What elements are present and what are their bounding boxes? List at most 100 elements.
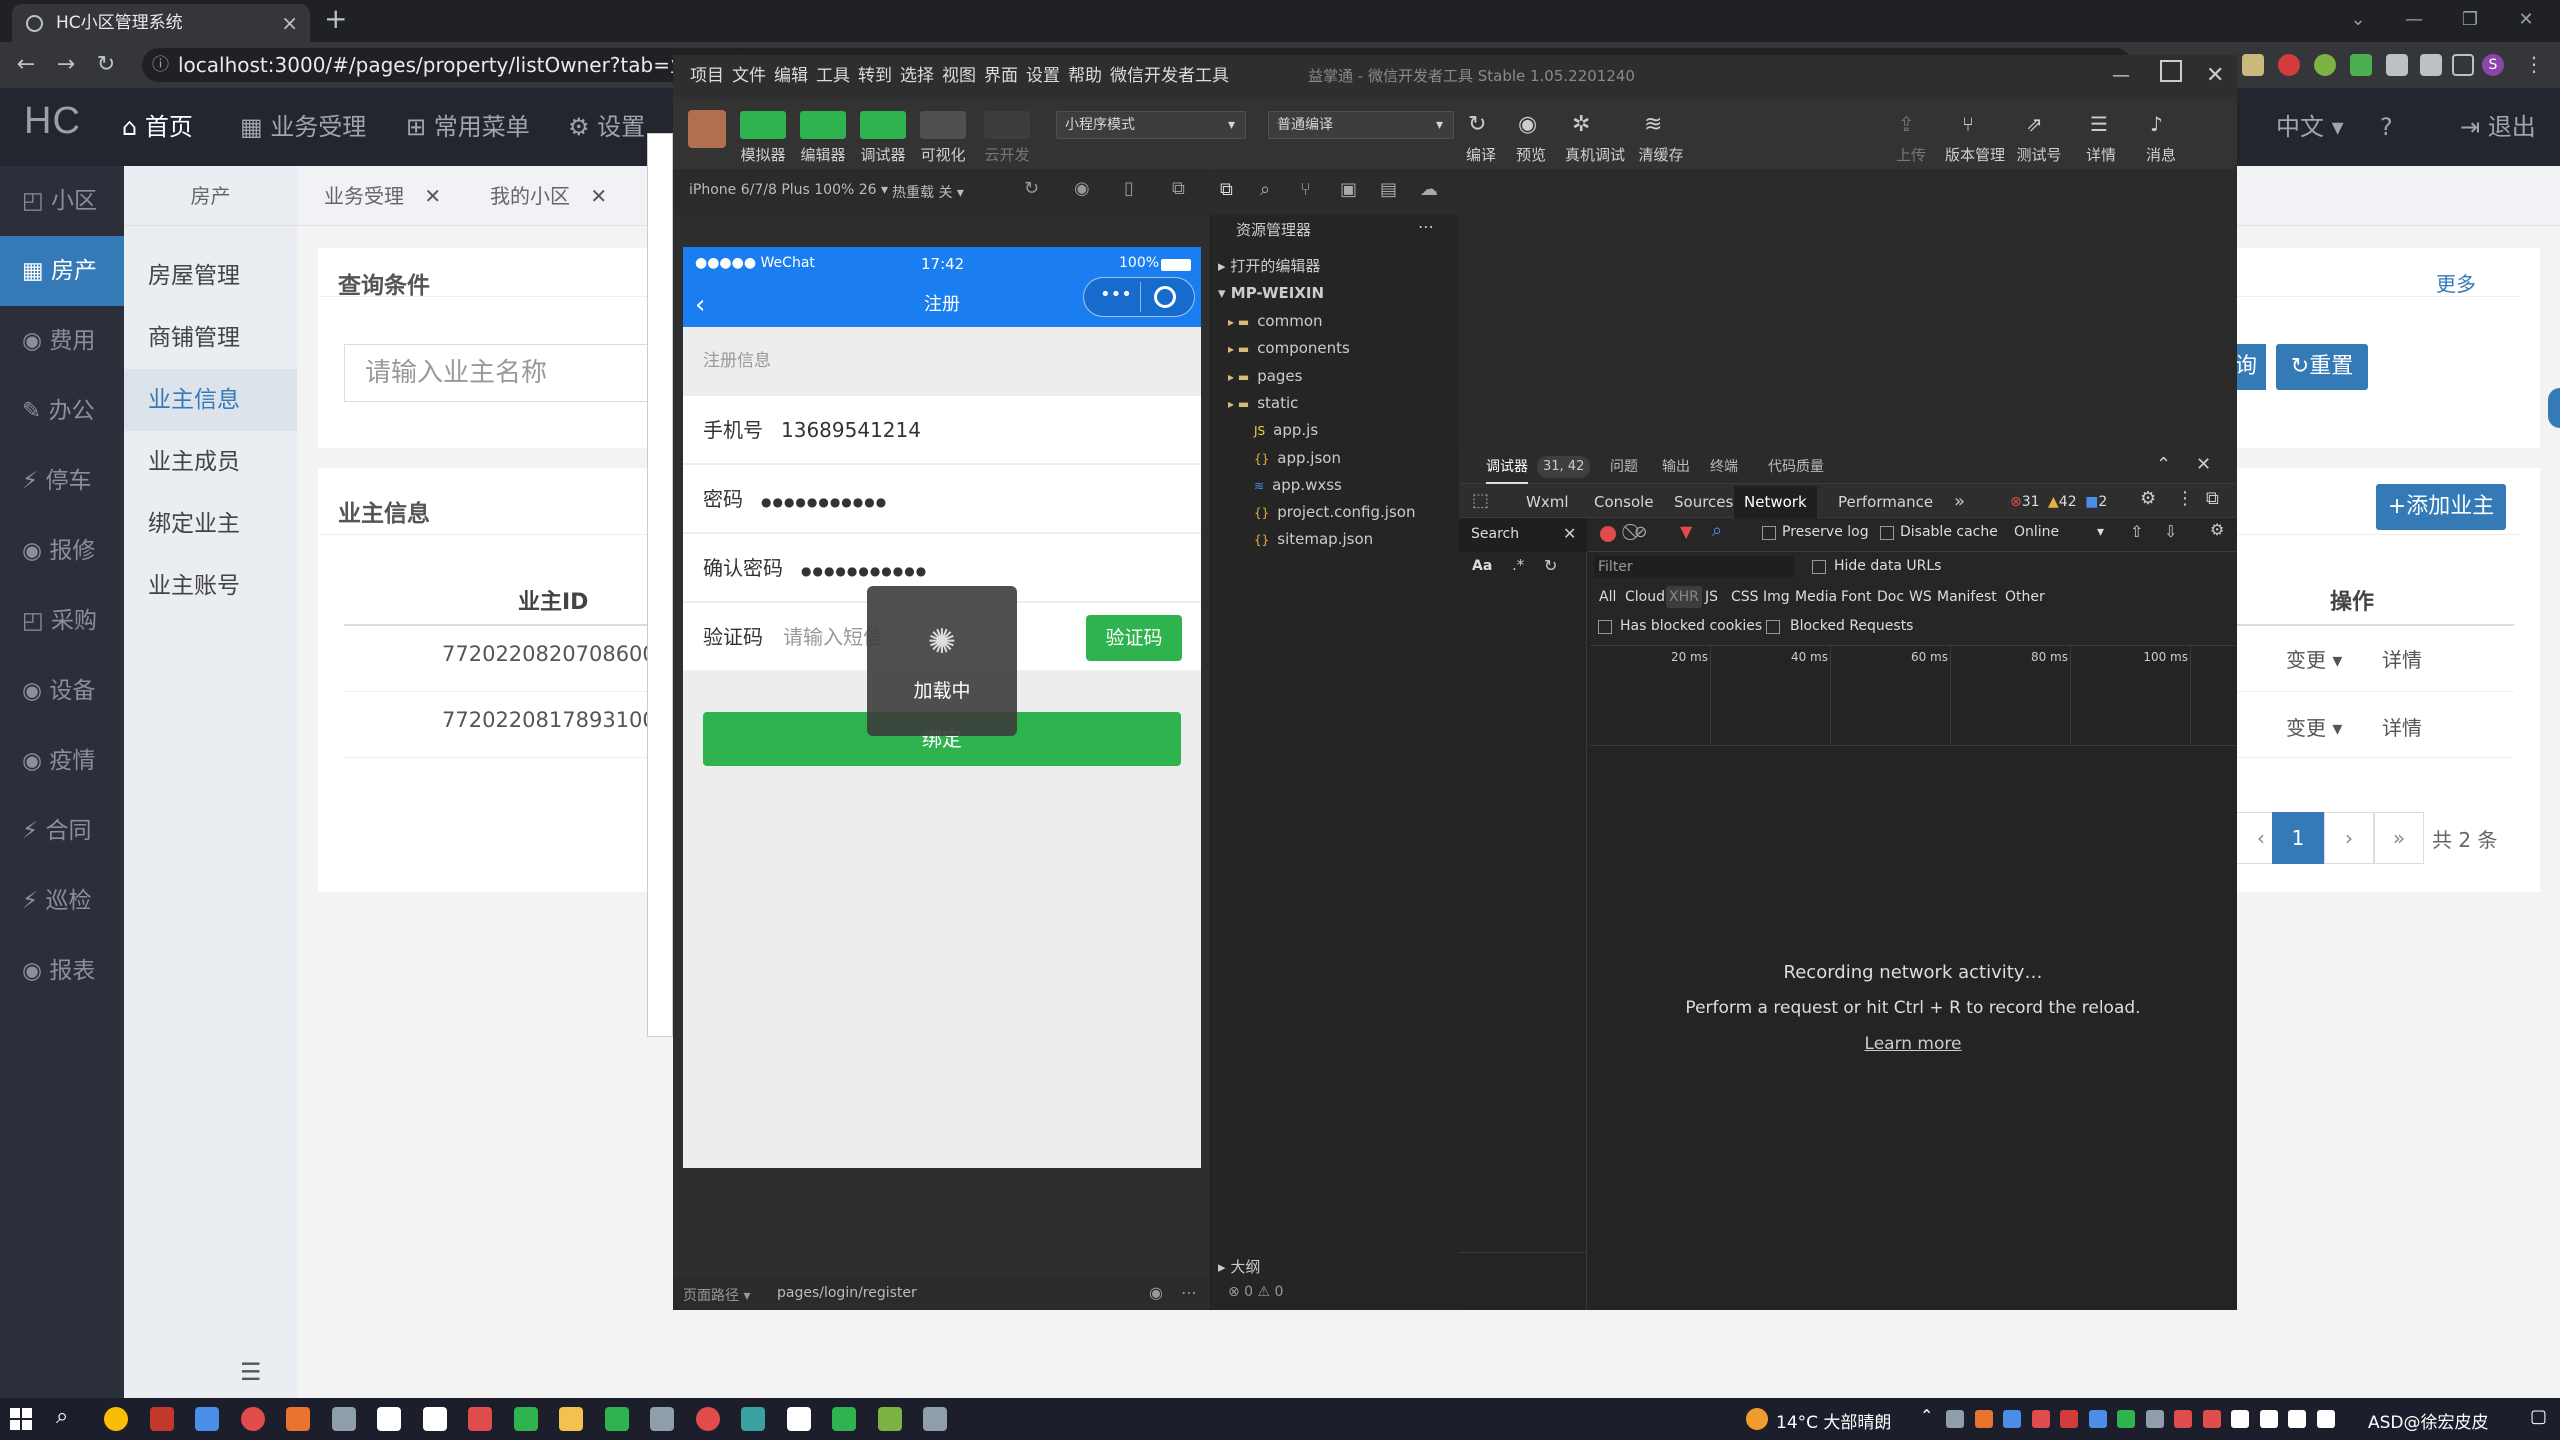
puzzle-icon[interactable] [2386,54,2408,76]
hide-data-urls-checkbox[interactable] [1812,560,1826,574]
sidebar-item[interactable]: ▦ 房产 [0,236,124,306]
type-filter[interactable]: All [1596,586,1619,608]
page-1-button[interactable]: 1 [2272,812,2324,864]
simulator-toggle[interactable] [740,111,786,139]
tray-icon[interactable] [2088,1410,2107,1428]
tab-business[interactable]: 业务受理 ✕ [324,166,441,226]
type-filter[interactable]: XHR [1666,586,1702,608]
preserve-log-checkbox[interactable] [1762,526,1776,540]
search-icon[interactable]: ⌕ [1712,520,1722,541]
owner-name-input[interactable]: 请输入业主名称 [344,344,684,402]
shield-icon[interactable] [2278,54,2300,76]
tray-icon[interactable] [2003,1410,2021,1428]
eye-icon[interactable]: ◉ [1149,1283,1163,1302]
help-icon[interactable]: ? [2380,88,2393,166]
menu-common[interactable]: ⊞ 常用菜单 [406,88,530,166]
type-filter[interactable]: CSS [1728,586,1762,608]
profile-avatar[interactable]: S [2482,54,2504,76]
outline[interactable]: ▸ 大纲 [1210,1254,1459,1281]
close-window-button[interactable]: ✕ [2206,55,2236,97]
start-button[interactable] [10,1408,32,1430]
blocked-cookies-checkbox[interactable] [1598,620,1612,634]
restore-button[interactable]: ❐ [2442,0,2498,42]
file-tree-item[interactable]: JS app.js [1210,417,1459,444]
file-icon[interactable] [377,1407,401,1431]
logout-button[interactable]: ⇥ 退出 [2460,88,2536,166]
hot-reload-select[interactable]: 热重载 关 ▾ [892,182,964,202]
tray-icon[interactable] [1974,1410,1993,1428]
devtools-tab[interactable]: Sources [1664,486,1743,518]
change-dropdown[interactable]: 变更 ▾ [2286,712,2342,741]
search-icon[interactable]: ⌕ [56,1404,68,1429]
type-filter[interactable]: Font [1838,586,1874,608]
submenu-item[interactable]: 绑定业主 [124,493,297,555]
extensions-icon[interactable]: ▤ [1380,179,1397,200]
problems-status[interactable]: ⊗ 0 ⚠ 0 [1228,1284,1283,1300]
devtools-tab[interactable]: Network [1734,486,1817,518]
upload-icon[interactable]: ⇪ [1898,112,1915,136]
visual-toggle[interactable] [920,111,966,139]
minimize-button[interactable]: — [2386,0,2442,42]
sidepanel-icon[interactable] [2452,54,2474,76]
search-icon[interactable]: ⌕ [1260,179,1270,200]
menu-icon[interactable]: ⋮ [2524,52,2544,76]
file-tree-item[interactable]: ▸ ▬ static [1210,390,1459,417]
extension-icon[interactable] [2242,54,2264,76]
record-icon[interactable] [695,1407,720,1431]
mode-select[interactable]: 小程序模式 ▾ [1056,111,1246,139]
settings-icon[interactable]: ⚙ [2210,520,2224,539]
debug-icon[interactable]: ▣ [1340,179,1357,200]
files-icon[interactable]: ⧉ [1220,179,1233,200]
throttling-select[interactable]: Online ▾ [2014,524,2104,540]
devtools-menu-item[interactable]: 帮助 [1068,55,1102,97]
menu-home[interactable]: ⌂ 首页 [122,88,193,166]
tray-icon[interactable] [1946,1410,1964,1428]
devtools-menu-item[interactable]: 选择 [900,55,934,97]
reload-button[interactable]: ↻ [88,42,124,88]
tray-icon[interactable] [2145,1410,2164,1428]
compile-select[interactable]: 普通编译 ▾ [1268,111,1454,139]
clear-cache-icon[interactable]: ≋ [1644,112,1662,137]
search-tab[interactable]: Search ✕ [1459,518,1587,552]
back-icon[interactable]: ‹ [695,283,705,327]
app-icon[interactable] [331,1407,356,1431]
refresh-icon[interactable]: ↻ [1024,178,1039,199]
blocked-requests-checkbox[interactable] [1766,620,1780,634]
back-button[interactable]: ← [8,42,44,88]
folder-icon[interactable] [559,1407,583,1431]
sidebar-item[interactable]: ◉ 报表 [0,936,124,1006]
devtools-tab[interactable]: Performance [1828,486,1943,518]
tray-icon[interactable] [2202,1410,2221,1428]
wechat-devtools-icon[interactable] [923,1407,947,1431]
notification-icon[interactable]: ▢ [2530,1406,2547,1427]
change-dropdown[interactable]: 变更 ▾ [2286,644,2342,673]
last-page-button[interactable]: » [2374,812,2424,864]
submenu-item[interactable]: 业主账号 [124,555,297,617]
tray-icon[interactable] [2031,1410,2050,1428]
more-tabs-icon[interactable]: » [1954,486,1965,518]
tray-expand-icon[interactable]: ⌃ [1920,1406,1933,1425]
close-window-button[interactable]: ✕ [2498,0,2554,42]
remote-debug-icon[interactable]: ✲ [1572,112,1590,137]
disable-cache-checkbox[interactable] [1880,526,1894,540]
tray-icon[interactable] [2259,1410,2278,1428]
more-icon[interactable]: ••• [1100,284,1132,305]
compile-icon[interactable]: ↻ [1468,112,1486,137]
submenu-item[interactable]: 业主信息 [124,369,297,431]
sidebar-item[interactable]: ◰ 小区 [0,166,124,236]
close-tab-icon[interactable]: × [281,4,298,42]
language-select[interactable]: 中文 ▾ [2276,88,2344,166]
open-editors[interactable]: ▸ 打开的编辑器 [1210,253,1459,280]
sidebar-item[interactable]: ⚡ 巡检 [0,866,124,936]
tray-icon[interactable] [2231,1410,2249,1428]
export-icon[interactable]: ⇩ [2164,522,2177,541]
more-link[interactable]: 更多 [2436,268,2476,297]
submenu-item[interactable]: 房屋管理 [124,245,297,307]
capsule-menu[interactable]: ••• [1083,277,1195,317]
file-tree-item[interactable]: ▸ ▬ pages [1210,363,1459,390]
debugger-toggle[interactable] [860,111,906,139]
clear-icon[interactable]: ⃠⊘ [1634,522,1647,542]
filter-input[interactable]: Filter [1594,556,1794,578]
app-icon[interactable] [286,1407,310,1431]
project-root[interactable]: ▾ MP-WEIXIN [1210,280,1459,307]
